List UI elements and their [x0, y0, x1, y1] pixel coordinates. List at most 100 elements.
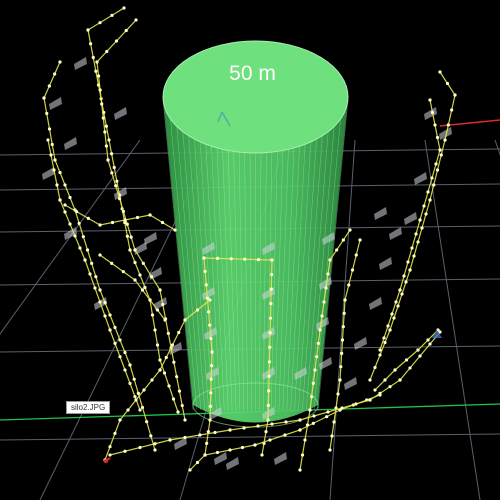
- waypoint: [122, 6, 126, 10]
- waypoint: [424, 212, 428, 216]
- waypoint: [268, 331, 272, 335]
- waypoint: [418, 354, 422, 358]
- waypoint: [383, 340, 387, 345]
- waypoint: [133, 395, 137, 399]
- waypoint: [133, 248, 137, 252]
- flight-path-line: [87, 7, 179, 413]
- waypoint: [210, 364, 214, 368]
- waypoint: [209, 336, 213, 341]
- waypoint: [428, 198, 432, 202]
- waypoint: [398, 378, 402, 382]
- waypoint: [49, 153, 53, 157]
- waypoint: [350, 268, 355, 272]
- waypoint: [208, 323, 212, 327]
- waypoint: [354, 402, 358, 406]
- waypoint: [150, 313, 155, 317]
- waypoint: [107, 138, 111, 142]
- camera-frustum-marker: [214, 452, 227, 465]
- waypoint: [267, 360, 272, 364]
- waypoint: [328, 448, 332, 452]
- waypoint: [134, 398, 138, 402]
- waypoint: [110, 220, 115, 225]
- waypoint: [148, 298, 152, 302]
- waypoint: [326, 272, 330, 276]
- waypoint: [98, 21, 102, 25]
- waypoint: [162, 371, 167, 375]
- waypoint: [402, 274, 406, 278]
- waypoint: [168, 438, 172, 442]
- waypoint: [435, 168, 440, 172]
- waypoint: [125, 222, 129, 226]
- camera-frustum-marker: [74, 57, 87, 70]
- waypoint: [140, 405, 145, 410]
- waypoint: [86, 216, 90, 220]
- camera-frustum-marker: [226, 457, 239, 470]
- waypoint: [284, 420, 288, 424]
- waypoint: [149, 434, 153, 438]
- waypoint: [270, 258, 274, 262]
- photo-tag-label[interactable]: silo2.JPG: [66, 401, 111, 414]
- waypoint: [88, 272, 92, 276]
- waypoint: [338, 378, 342, 382]
- waypoint: [78, 246, 82, 250]
- waypoint: [390, 312, 394, 316]
- silo-top-face: [162, 40, 349, 154]
- waypoint: [98, 253, 102, 257]
- waypoint: [206, 430, 210, 434]
- 3d-flight-plan-viewport[interactable]: 50 m silo2.JPG: [0, 0, 500, 500]
- waypoint: [58, 170, 62, 175]
- waypoint: [100, 102, 104, 106]
- waypoint: [46, 138, 50, 142]
- waypoint: [161, 302, 165, 307]
- grid-line: [494, 139, 500, 156]
- waypoint: [167, 384, 171, 388]
- waypoint: [47, 127, 52, 131]
- waypoint: [150, 275, 154, 279]
- waypoint: [267, 374, 271, 378]
- waypoint: [269, 287, 273, 291]
- camera-frustum-marker: [114, 107, 127, 120]
- waypoint: [435, 135, 440, 140]
- waypoint: [335, 248, 339, 252]
- waypoint: [206, 310, 211, 314]
- waypoint: [133, 260, 137, 265]
- waypoint: [368, 398, 372, 402]
- camera-frustum-marker: [404, 212, 417, 225]
- waypoint: [172, 360, 176, 364]
- waypoint: [153, 448, 157, 452]
- waypoint: [388, 385, 392, 389]
- waypoint: [110, 152, 114, 156]
- waypoint: [113, 325, 117, 330]
- waypoint: [136, 391, 140, 395]
- waypoint: [108, 313, 112, 317]
- waypoint: [183, 435, 187, 440]
- waypoint: [90, 261, 94, 265]
- waypoint: [104, 144, 109, 148]
- waypoint: [268, 345, 272, 349]
- waypoint: [125, 234, 129, 238]
- waypoint: [121, 270, 125, 274]
- waypoint: [129, 235, 133, 239]
- waypoint: [368, 378, 372, 382]
- waypoint: [316, 341, 320, 345]
- waypoint: [68, 195, 72, 200]
- waypoint: [203, 269, 207, 274]
- waypoint: [266, 403, 270, 408]
- waypoint: [404, 280, 408, 284]
- waypoint: [268, 438, 272, 442]
- silo-radius-label: 50 m: [229, 62, 276, 85]
- waypoint: [253, 443, 257, 447]
- waypoint: [416, 240, 420, 244]
- waypoint: [408, 366, 412, 370]
- waypoint: [298, 418, 302, 422]
- waypoint: [171, 397, 176, 401]
- waypoint: [324, 286, 328, 290]
- waypoint: [77, 221, 81, 225]
- waypoint: [98, 288, 102, 292]
- waypoint: [155, 308, 160, 312]
- waypoint: [113, 341, 117, 345]
- waypoint: [433, 123, 437, 127]
- waypoint: [52, 168, 56, 172]
- waypoint: [158, 288, 162, 292]
- waypoint: [398, 288, 402, 292]
